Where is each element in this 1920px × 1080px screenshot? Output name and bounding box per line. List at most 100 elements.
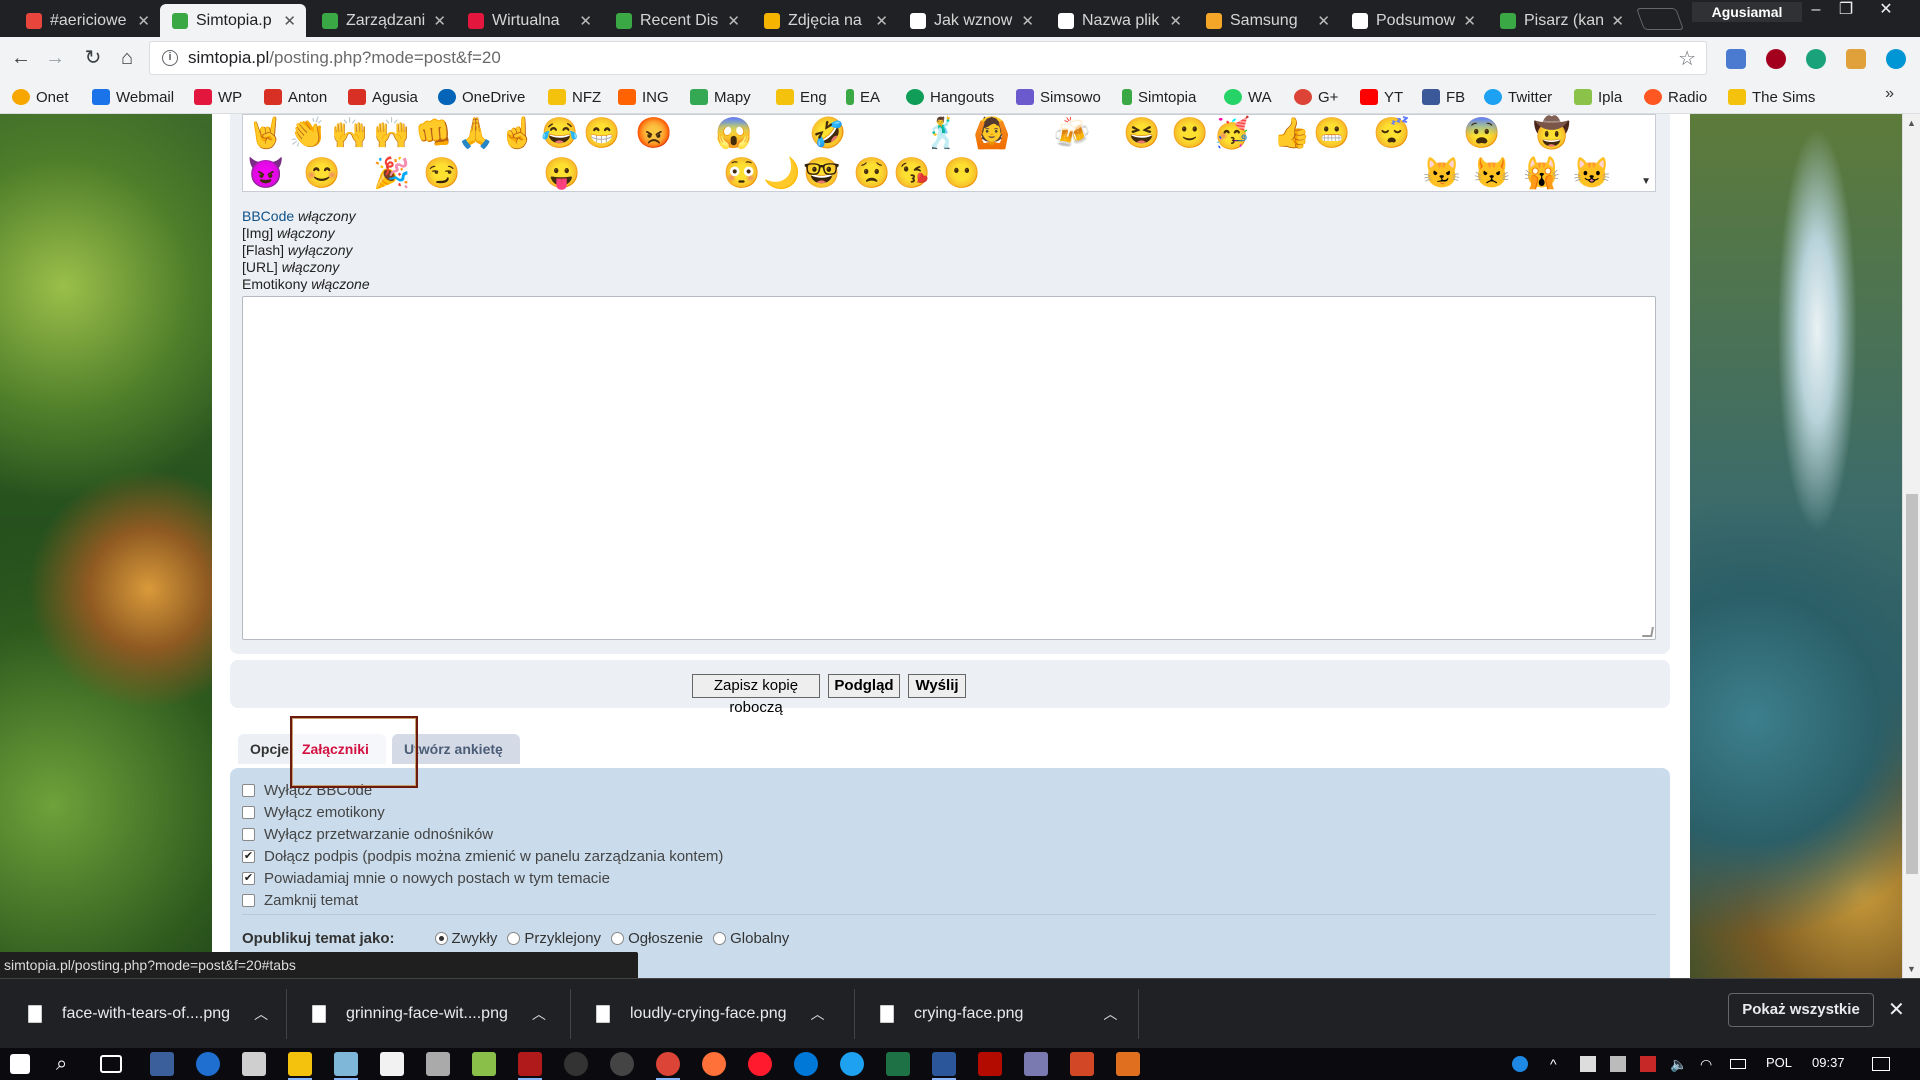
acrobat-icon[interactable]	[978, 1052, 1002, 1076]
smiley-worried-icon[interactable]: 😟	[853, 157, 890, 191]
chevron-up-icon[interactable]: ︿	[254, 1004, 268, 1024]
message-textarea[interactable]	[242, 296, 1656, 640]
save-draft-button[interactable]: Zapisz kopię roboczą	[692, 674, 820, 716]
bookmark-item[interactable]: The Sims	[1728, 87, 1815, 107]
smiley-fist-icon[interactable]: 👊	[415, 117, 452, 151]
smiley-pray-icon[interactable]: 🙏	[457, 117, 494, 151]
restore-icon[interactable]: ❐	[1832, 0, 1860, 22]
tab-close-icon[interactable]: ✕	[1021, 12, 1034, 30]
smiley-moon-icon[interactable]: 🌙	[763, 157, 800, 191]
tab-close-icon[interactable]: ✕	[1463, 12, 1476, 30]
security-tray-icon[interactable]	[1580, 1056, 1596, 1072]
smiley-cat-icon[interactable]: 🙀	[1523, 157, 1560, 191]
excel-icon[interactable]	[886, 1052, 910, 1076]
smiley-laugh-icon[interactable]: 😂	[541, 117, 578, 151]
word-icon[interactable]	[932, 1052, 956, 1080]
chrome-icon[interactable]	[656, 1052, 680, 1080]
smiley-cat-icon[interactable]: 😾	[1473, 157, 1510, 191]
smiley-cheers-icon[interactable]: 🍻	[1053, 117, 1090, 151]
smiley-clap-icon[interactable]: 👏	[289, 117, 326, 151]
bbcode-link[interactable]: BBCode	[242, 208, 294, 224]
bookmark-item[interactable]: Simsowo	[1016, 87, 1101, 107]
smiley-scared-icon[interactable]: 😨	[1463, 117, 1500, 151]
scroll-down-arrow-icon[interactable]: ▼	[1641, 176, 1651, 187]
edge-icon[interactable]	[794, 1052, 818, 1076]
bookmark-item[interactable]: WP	[194, 87, 242, 107]
smiley-grimace-icon[interactable]: 😬	[1313, 117, 1350, 151]
obs-icon[interactable]	[564, 1052, 588, 1076]
notepadpp-icon[interactable]	[472, 1052, 496, 1076]
bookmark-item[interactable]: Hangouts	[906, 87, 994, 107]
calculator-icon[interactable]	[242, 1052, 266, 1076]
radio-option[interactable]: Ogłoszenie	[611, 930, 703, 947]
ublock-extension-icon[interactable]	[1766, 49, 1786, 69]
bookmarks-overflow-icon[interactable]: »	[1885, 85, 1894, 103]
smiley-happy-icon[interactable]: 😊	[303, 157, 340, 191]
download-item[interactable]: face-with-tears-of....png ︿	[28, 979, 268, 1049]
browser-tab[interactable]: Pisarz (kan ✕	[1488, 4, 1634, 37]
notepad-icon[interactable]	[380, 1052, 404, 1076]
checkbox[interactable]	[242, 893, 255, 907]
bookmark-item[interactable]: WA	[1224, 87, 1272, 107]
browser-tab[interactable]: Jak wznow ✕	[898, 4, 1044, 37]
bookmark-item[interactable]: Simtopia	[1122, 87, 1196, 107]
emoji-extension-icon[interactable]	[1846, 49, 1866, 69]
smiley-angry-icon[interactable]: 😡	[635, 117, 672, 151]
tab-close-icon[interactable]: ✕	[875, 12, 888, 30]
option-row[interactable]: ✔ Powiadamiaj mnie o nowych postach w tym…	[242, 868, 610, 888]
smiley-party-icon[interactable]: 🎉	[373, 157, 410, 191]
reload-icon[interactable]: ↻	[80, 45, 106, 71]
option-row[interactable]: Wyłącz emotikony	[242, 802, 385, 822]
tab-close-icon[interactable]: ✕	[433, 12, 446, 30]
chevron-up-icon[interactable]: ^	[1550, 1056, 1566, 1072]
browser-tab[interactable]: Recent Dis ✕	[604, 4, 750, 37]
smiley-kiss-icon[interactable]: 😘	[893, 157, 930, 191]
bookmark-item[interactable]: FB	[1422, 87, 1465, 107]
radio-button[interactable]	[713, 932, 727, 945]
help-tray-icon[interactable]	[1512, 1056, 1528, 1072]
wifi-icon[interactable]: ◠	[1700, 1056, 1716, 1072]
bookmark-item[interactable]: Agusia	[348, 87, 418, 107]
checkbox[interactable]	[242, 783, 255, 797]
volume-icon[interactable]: 🔈	[1670, 1056, 1687, 1072]
bookmark-item[interactable]: G+	[1294, 87, 1338, 107]
bookmark-item[interactable]: Radio	[1644, 87, 1707, 107]
smiley-grin-icon[interactable]: 😁	[583, 117, 620, 151]
smiley-cat-icon[interactable]: 😼	[1423, 157, 1460, 191]
smiley-cat-icon[interactable]: 😺	[1573, 157, 1610, 191]
radio-option[interactable]: Zwykły	[434, 930, 497, 947]
resize-grip-icon[interactable]	[1642, 627, 1654, 637]
paint-app-icon[interactable]	[1116, 1052, 1140, 1076]
new-tab-button[interactable]	[1635, 8, 1685, 30]
tab-close-icon[interactable]: ✕	[1317, 12, 1330, 30]
address-bar[interactable]: i simtopia.pl/posting.php?mode=post&f=20…	[150, 42, 1706, 74]
clock[interactable]: 09:37	[1812, 1055, 1845, 1070]
profile-name[interactable]: Agusiamal	[1692, 2, 1802, 22]
smiley-cowboy-icon[interactable]: 🤠	[1533, 117, 1570, 151]
battery-icon[interactable]	[1730, 1059, 1746, 1069]
powerpoint-icon[interactable]	[1070, 1052, 1094, 1076]
antivirus-tray-icon[interactable]	[1640, 1056, 1656, 1072]
translate-extension-icon[interactable]	[1726, 49, 1746, 69]
smiley-cheer-icon[interactable]: 🙆	[973, 117, 1010, 151]
smiley-thumb-icon[interactable]: 👍	[1273, 117, 1310, 151]
media-app-icon[interactable]	[1024, 1052, 1048, 1076]
tab-close-icon[interactable]: ✕	[1169, 12, 1182, 30]
bookmark-item[interactable]: EA	[846, 87, 880, 107]
internet-explorer-icon[interactable]	[840, 1052, 864, 1076]
chevron-up-icon[interactable]: ︿	[1103, 1004, 1117, 1024]
browser-tab[interactable]: Wirtualna ✕	[456, 4, 602, 37]
smiley-cry-laugh-icon[interactable]: 😆	[1123, 117, 1160, 151]
minimize-icon[interactable]: –	[1802, 0, 1830, 22]
tab-close-icon[interactable]: ✕	[1611, 12, 1624, 30]
bookmark-item[interactable]: Mapy	[690, 87, 751, 107]
bookmark-item[interactable]: Anton	[264, 87, 327, 107]
browser-tab[interactable]: #aericiowe ✕	[14, 4, 160, 37]
smiley-blush-icon[interactable]: 😳	[723, 157, 760, 191]
search-icon[interactable]: ⌕	[56, 1052, 80, 1076]
checkbox[interactable]	[242, 805, 255, 819]
bookmark-item[interactable]: Eng	[776, 87, 827, 107]
windows-start-icon[interactable]	[10, 1054, 30, 1074]
site-info-icon[interactable]: i	[162, 50, 178, 66]
radio-button[interactable]	[611, 932, 625, 945]
